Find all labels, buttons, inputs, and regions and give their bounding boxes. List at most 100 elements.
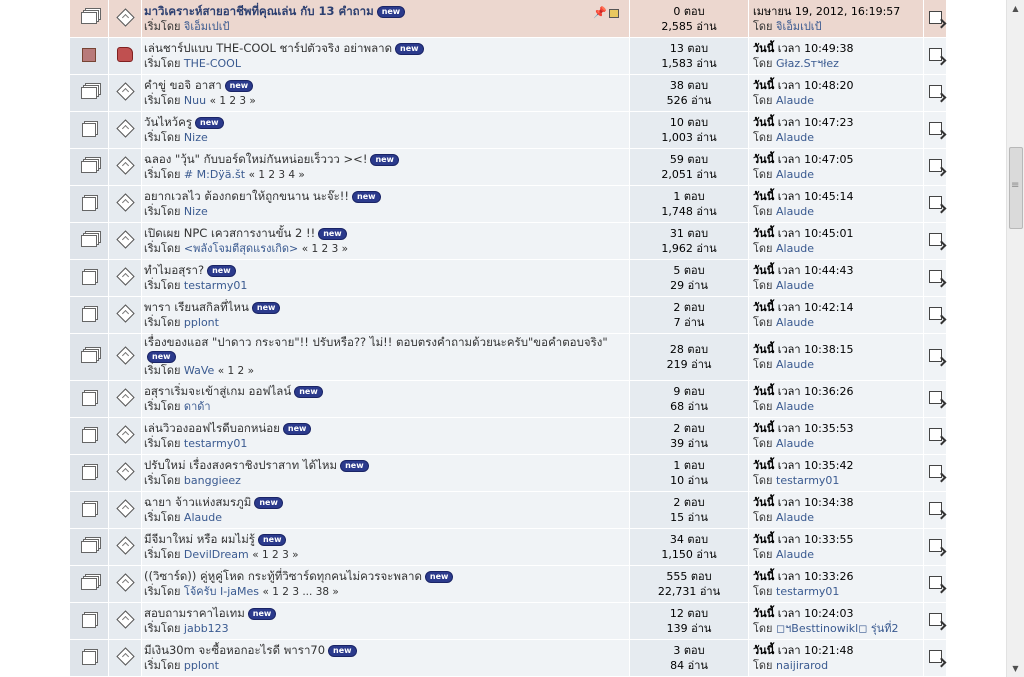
last-post-icon[interactable]: [928, 122, 942, 135]
topic-starter-link[interactable]: WaVe: [184, 364, 214, 377]
topic-starter-link[interactable]: THE-COOL: [184, 57, 241, 70]
last-post-icon[interactable]: [928, 539, 942, 552]
new-badge[interactable]: new: [352, 191, 381, 203]
table-row[interactable]: พารา เรียนสกิลที่ไหน new เริ่มโดย pplont …: [70, 296, 947, 334]
last-post-icon[interactable]: [928, 48, 942, 61]
table-row[interactable]: ปรับใหม่ เรื่องสงคราชิงปราสาท ได้ไหม new …: [70, 454, 947, 492]
topic-starter-link[interactable]: จิเอ็มเปเป้: [184, 20, 230, 33]
page-links[interactable]: « 1 2 3 4 »: [249, 169, 305, 181]
table-row[interactable]: มีเงิน30m จะซื้อหอกอะไรดี พารา70 new เริ่…: [70, 639, 947, 677]
page-links[interactable]: « 1 2 3 ... 38 »: [263, 586, 339, 598]
table-row[interactable]: ทำไมอสุรา? new เริ่มโดย testarmy01 5 ตอบ …: [70, 259, 947, 297]
scroll-thumb[interactable]: [1009, 147, 1023, 229]
last-post-icon[interactable]: [928, 307, 942, 320]
last-post-icon[interactable]: [928, 576, 942, 589]
last-post-icon[interactable]: [928, 233, 942, 246]
topic-starter-link[interactable]: testarmy01: [184, 437, 247, 450]
page-links[interactable]: « 1 2 3 »: [210, 95, 256, 107]
topic-starter-link[interactable]: # M:Dÿä.št: [184, 168, 245, 181]
new-badge[interactable]: new: [147, 351, 176, 363]
topic-subject-link[interactable]: เล่นวิวองออฟไรดีบอกหน่อย: [144, 421, 280, 435]
last-poster-link[interactable]: naijirarod: [776, 659, 828, 672]
table-row[interactable]: อสุราเริ่มจะเข้าสู่เกม ออฟไลน์ new เริ่มโ…: [70, 380, 947, 418]
new-badge[interactable]: new: [370, 153, 399, 166]
topic-starter-link[interactable]: DevilDream: [184, 548, 249, 561]
last-poster-link[interactable]: Alaude: [776, 205, 814, 218]
topic-starter-link[interactable]: ดาด้า: [184, 400, 211, 413]
topic-starter-link[interactable]: jabb123: [184, 622, 229, 635]
last-poster-link[interactable]: Alaude: [776, 358, 814, 371]
new-badge[interactable]: new: [251, 302, 281, 314]
table-row[interactable]: เล่นชาร์ปแบบ THE-COOL ชาร์ปตัวจริง อย่าพ…: [70, 37, 947, 75]
last-poster-link[interactable]: Alaude: [776, 94, 814, 107]
topic-starter-link[interactable]: testarmy01: [184, 279, 247, 292]
last-post-icon[interactable]: [928, 85, 942, 98]
new-badge[interactable]: new: [257, 533, 287, 546]
new-badge[interactable]: new: [424, 570, 454, 583]
topic-subject-link[interactable]: สอบถามราคาไอเทม: [144, 606, 245, 620]
topic-subject-link[interactable]: ปรับใหม่ เรื่องสงคราชิงปราสาท ได้ไหม: [144, 458, 337, 472]
table-row[interactable]: สอบถามราคาไอเทม new เริ่มโดย jabb123 12 ต…: [70, 602, 947, 640]
table-row[interactable]: เล่นวิวองออฟไรดีบอกหน่อย new เริ่มโดย tes…: [70, 417, 947, 455]
last-poster-link[interactable]: Alaude: [776, 131, 814, 144]
topic-subject-link[interactable]: พารา เรียนสกิลที่ไหน: [144, 300, 249, 314]
topic-starter-link[interactable]: pplont: [184, 316, 219, 329]
new-badge[interactable]: new: [224, 79, 254, 92]
last-poster-link[interactable]: Alaude: [776, 511, 814, 524]
topic-subject-link[interactable]: อยากเวลไว ต้องกดยาให้ถูกขนาน นะจ๊ะ!!: [144, 189, 349, 203]
last-poster-link[interactable]: Alaude: [776, 400, 814, 413]
last-post-icon[interactable]: [928, 613, 942, 626]
last-post-icon[interactable]: [928, 159, 942, 172]
topic-starter-link[interactable]: Nuu: [184, 94, 206, 107]
topic-subject-link[interactable]: มีจีมาใหม่ หรือ ผมไม่รู้: [144, 532, 255, 546]
topic-subject-link[interactable]: มีเงิน30m จะซื้อหอกอะไรดี พารา70: [144, 643, 325, 657]
new-badge[interactable]: new: [395, 43, 424, 55]
page-links[interactable]: « 1 2 3 »: [302, 243, 348, 255]
table-row[interactable]: ((วิซาร์ด)) คู่หูคู่โหด กระทู้ที่วิซาร์ด…: [70, 565, 947, 603]
last-post-icon[interactable]: [928, 428, 942, 441]
last-post-icon[interactable]: [928, 391, 942, 404]
last-post-icon[interactable]: [928, 10, 942, 24]
last-post-icon[interactable]: [928, 196, 942, 209]
page-links[interactable]: « 1 2 3 »: [252, 549, 298, 561]
last-post-icon[interactable]: [928, 502, 942, 515]
table-row[interactable]: คำขู่ ขอจิ อาสา new เริ่มโดย Nuu « 1 2 3 …: [70, 74, 947, 112]
table-row[interactable]: เรื่องของแอส "ปาดาว กระจาย"!! ปรับหรือ??…: [70, 333, 947, 381]
topic-subject-link[interactable]: ((วิซาร์ด)) คู่หูคู่โหด กระทู้ที่วิซาร์ด…: [144, 569, 422, 583]
topic-subject-link[interactable]: เปิดเผย NPC เควสการงานขั้น 2 !!: [144, 226, 315, 240]
new-badge[interactable]: new: [328, 645, 357, 657]
topic-starter-link[interactable]: pplont: [184, 659, 219, 672]
new-badge[interactable]: new: [207, 265, 236, 277]
new-badge[interactable]: new: [282, 423, 312, 435]
topic-subject-link[interactable]: เรื่องของแอส "ปาดาว กระจาย"!! ปรับหรือ??…: [144, 335, 608, 349]
last-post-icon[interactable]: [928, 650, 942, 663]
last-poster-link[interactable]: Alaude: [776, 437, 814, 450]
new-badge[interactable]: new: [195, 117, 224, 129]
table-row[interactable]: ฉลอง "วุ้น" กับบอร์ดใหม่กันหน่อยเร็ววว >…: [70, 148, 947, 186]
topic-starter-link[interactable]: Alaude: [184, 511, 222, 524]
last-poster-link[interactable]: Alaude: [776, 168, 814, 181]
last-poster-link[interactable]: testarmy01: [776, 474, 839, 487]
last-post-icon[interactable]: [928, 349, 942, 362]
last-post-icon[interactable]: [928, 465, 942, 478]
table-row[interactable]: เปิดเผย NPC เควสการงานขั้น 2 !! new เริ่ม…: [70, 222, 947, 260]
table-row[interactable]: มีจีมาใหม่ หรือ ผมไม่รู้ new เริ่มโดย Dev…: [70, 528, 947, 566]
topic-subject-link[interactable]: เล่นชาร์ปแบบ THE-COOL ชาร์ปตัวจริง อย่าพ…: [144, 41, 392, 55]
topic-subject-link[interactable]: อสุราเริ่มจะเข้าสู่เกม ออฟไลน์: [144, 384, 291, 398]
last-post-icon[interactable]: [928, 270, 942, 283]
topic-subject-link[interactable]: มาวิเคราะห์สายอาชีพที่คุณเล่น กับ 13 คำถ…: [144, 4, 374, 18]
new-badge[interactable]: new: [318, 227, 347, 240]
last-poster-link[interactable]: Alaude: [776, 279, 814, 292]
last-poster-link[interactable]: Alaude: [776, 316, 814, 329]
table-row[interactable]: วันไหว้ครู new เริ่มโดย Nize 10 ตอบ 1,003…: [70, 111, 947, 149]
topic-subject-link[interactable]: วันไหว้ครู: [144, 115, 192, 129]
topic-starter-link[interactable]: banggieez: [184, 474, 241, 487]
topic-starter-link[interactable]: Nize: [184, 131, 208, 144]
table-row[interactable]: มาวิเคราะห์สายอาชีพที่คุณเล่น กับ 13 คำถ…: [70, 0, 947, 38]
page-links[interactable]: « 1 2 »: [218, 365, 254, 377]
topic-starter-link[interactable]: โจ้ครับ I-jaMes: [184, 585, 259, 598]
new-badge[interactable]: new: [254, 497, 283, 509]
last-poster-link[interactable]: Głaz.Sтฯłez: [776, 57, 839, 70]
new-badge[interactable]: new: [340, 460, 369, 472]
topic-starter-link[interactable]: <พลังโจมตีสุดแรงเกิด>: [184, 242, 298, 255]
